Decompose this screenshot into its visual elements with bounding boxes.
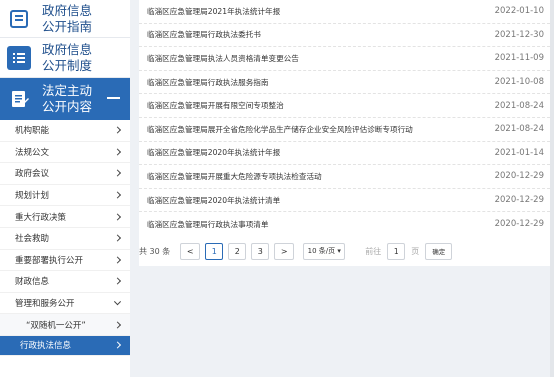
chevron-right-icon (113, 191, 122, 199)
article-list: 临淄区应急管理局2021年执法统计年报 2022-01-10 临淄区应急管理局行政… (139, 0, 550, 266)
scrollbar[interactable] (550, 0, 554, 377)
list-item[interactable]: 临淄区应急管理局开展重大危险源专项执法检查活动 2020-12-29 (139, 165, 550, 189)
article-title[interactable]: 临淄区应急管理局展开全省危险化学品生产储存企业安全风险评估诊断专项行动 (147, 124, 413, 135)
article-date: 2021-11-09 (494, 53, 544, 64)
chevron-right-icon (113, 321, 122, 329)
section-legal-content[interactable]: 法定主动 公开内容 (0, 78, 130, 120)
chevron-right-icon (113, 169, 122, 178)
article-date: 2021-08-24 (494, 100, 544, 111)
article-date: 2020-12-29 (494, 195, 544, 206)
chevron-right-icon (113, 234, 122, 242)
sidebar-item-services[interactable]: 管理和服务公开 (0, 293, 130, 315)
book-icon (7, 7, 31, 31)
list-icon (7, 45, 31, 70)
sidebar-subitem-enforcement[interactable]: 行政执法信息 (0, 335, 130, 356)
page: 政府信息 公开指南 政府信息 公开制度 法定主动 公开内容 机构职能 法规公文 … (0, 0, 554, 377)
article-title[interactable]: 临淄区应急管理局2021年执法统计年报 (147, 6, 280, 17)
chevron-right-icon (113, 126, 122, 134)
sidebar-item-regulations[interactable]: 法规公文 (0, 142, 130, 164)
article-date: 2021-01-14 (494, 147, 544, 158)
page-1-button[interactable]: 1 (205, 242, 224, 260)
article-title[interactable]: 临淄区应急管理局行政执法事项清单 (147, 219, 269, 230)
page-size-select[interactable]: 10 条/页 ▾ (303, 242, 346, 260)
chevron-right-icon (113, 341, 122, 349)
page-2-button[interactable]: 2 (228, 242, 247, 260)
article-title[interactable]: 临淄区应急管理局开展重大危险源专项执法检查活动 (147, 171, 322, 182)
document-icon (7, 87, 31, 111)
list-item[interactable]: 临淄区应急管理局展开全省危险化学品生产储存企业安全风险评估诊断专项行动 2021-… (139, 118, 550, 142)
sidebar-item-decisions[interactable]: 重大行政决策 (0, 206, 130, 228)
page-3-button[interactable]: 3 (251, 242, 270, 260)
chevron-right-icon (113, 213, 122, 221)
article-title[interactable]: 临淄区应急管理局2020年执法统计年报 (147, 147, 280, 158)
sidebar-item-meetings[interactable]: 政府会议 (0, 163, 130, 185)
article-date: 2022-01-10 (494, 6, 544, 17)
article-date: 2020-12-29 (494, 219, 544, 230)
article-date: 2021-12-30 (494, 29, 544, 40)
article-title[interactable]: 临淄区应急管理局开展有限空间专项整治 (147, 100, 284, 111)
section-guide-label: 政府信息 公开指南 (42, 2, 93, 34)
list-item[interactable]: 临淄区应急管理局2020年执法统计年报 2021-01-14 (139, 142, 550, 166)
chevron-down-icon (113, 298, 122, 306)
collapse-icon[interactable] (107, 97, 120, 99)
chevron-right-icon (113, 256, 122, 264)
pagination: 共 30 条 < 1 2 3 > 10 条/页 ▾ 前往 1 页 确定 (139, 238, 550, 264)
page-suffix: 页 (411, 246, 420, 256)
article-date: 2021-10-08 (494, 77, 544, 88)
sidebar-item-finance[interactable]: 财政信息 (0, 271, 130, 293)
article-title[interactable]: 临淄区应急管理局行政执法服务指南 (147, 77, 269, 88)
sidebar: 政府信息 公开指南 政府信息 公开制度 法定主动 公开内容 机构职能 法规公文 … (0, 0, 130, 377)
list-item[interactable]: 临淄区应急管理局2021年执法统计年报 2022-01-10 (139, 0, 550, 24)
list-item[interactable]: 临淄区应急管理局行政执法委托书 2021-12-30 (139, 24, 550, 48)
sidebar-subitem-double-random[interactable]: “双随机一公开” (0, 314, 130, 336)
section-guide[interactable]: 政府信息 公开指南 (0, 0, 130, 38)
goto-label: 前往 (365, 246, 382, 256)
article-date: 2020-12-29 (494, 171, 544, 182)
section-system-label: 政府信息 公开制度 (42, 41, 93, 73)
list-item[interactable]: 临淄区应急管理局行政执法服务指南 2021-10-08 (139, 71, 550, 95)
list-item[interactable]: 临淄区应急管理局行政执法事项清单 2020-12-29 (139, 212, 550, 236)
sidebar-item-relief[interactable]: 社会救助 (0, 228, 130, 250)
article-title[interactable]: 临淄区应急管理局2020年执法统计清单 (147, 195, 280, 206)
confirm-button[interactable]: 确定 (425, 242, 453, 260)
list-item[interactable]: 临淄区应急管理局执法人员资格清单变更公告 2021-11-09 (139, 47, 550, 71)
chevron-right-icon (113, 277, 122, 285)
section-system[interactable]: 政府信息 公开制度 (0, 38, 130, 78)
article-title[interactable]: 临淄区应急管理局行政执法委托书 (147, 29, 261, 40)
section-legal-content-label: 法定主动 公开内容 (42, 83, 93, 114)
goto-page-input[interactable]: 1 (387, 242, 406, 260)
total-count: 共 30 条 (139, 246, 171, 256)
chevron-right-icon (113, 148, 122, 156)
sidebar-item-deployment[interactable]: 重要部署执行公开 (0, 250, 130, 272)
prev-page-button[interactable]: < (180, 242, 201, 260)
list-item[interactable]: 临淄区应急管理局开展有限空间专项整治 2021-08-24 (139, 94, 550, 118)
next-page-button[interactable]: > (274, 242, 295, 260)
article-title[interactable]: 临淄区应急管理局执法人员资格清单变更公告 (147, 53, 299, 64)
article-date: 2021-08-24 (494, 124, 544, 135)
list-item[interactable]: 临淄区应急管理局2020年执法统计清单 2020-12-29 (139, 189, 550, 213)
sidebar-item-functions[interactable]: 机构职能 (0, 120, 130, 142)
sidebar-item-plans[interactable]: 规划计划 (0, 185, 130, 207)
